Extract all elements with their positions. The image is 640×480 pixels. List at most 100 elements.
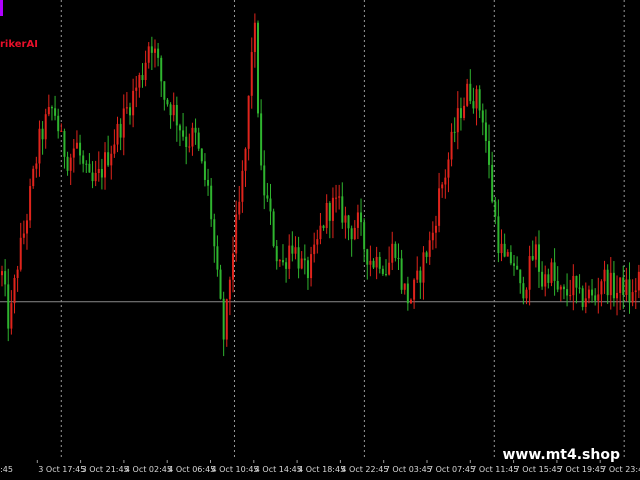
candle-body xyxy=(575,275,578,288)
candle-body xyxy=(475,89,478,109)
candle-body xyxy=(609,272,612,296)
candle-body xyxy=(394,243,397,258)
candle-body xyxy=(129,107,131,116)
candle-body xyxy=(135,87,138,91)
price-chart[interactable]: 3:453 Oct 17:453 Oct 21:454 Oct 02:454 O… xyxy=(0,0,640,480)
candle-body xyxy=(335,197,338,199)
candle-body xyxy=(350,228,353,240)
candle-body xyxy=(247,95,250,149)
candle-body xyxy=(25,220,28,234)
candle-body xyxy=(541,271,544,287)
candle-body xyxy=(481,110,484,123)
candle-body xyxy=(360,212,363,223)
candle-body xyxy=(69,157,72,171)
candle-body xyxy=(547,274,550,283)
candle-body xyxy=(625,279,628,295)
candle-body xyxy=(75,142,78,149)
candle-body xyxy=(122,108,125,138)
candle-body xyxy=(484,122,487,141)
candle-body xyxy=(391,243,394,263)
candle-body xyxy=(281,260,284,263)
candle-body xyxy=(597,294,600,301)
candle-body xyxy=(72,148,75,158)
candle-body xyxy=(322,225,325,229)
candle-body xyxy=(241,170,244,202)
candle-body xyxy=(57,115,60,132)
candle-body xyxy=(144,62,147,81)
candle-body xyxy=(459,108,462,118)
candle-body xyxy=(160,57,163,82)
candle-body xyxy=(581,288,584,307)
candle-body xyxy=(469,83,472,102)
candle-body xyxy=(431,232,434,241)
time-axis-label: 3 Oct 17:45 xyxy=(38,465,85,474)
candle-body xyxy=(366,249,369,265)
candle-body xyxy=(381,268,384,275)
time-axis-label: 4 Oct 06:45 xyxy=(168,465,215,474)
candle-body xyxy=(107,152,110,166)
candle-body xyxy=(506,252,509,257)
candle-body xyxy=(47,107,50,115)
candle-body xyxy=(406,283,409,304)
candle-body xyxy=(288,245,291,269)
candle-body xyxy=(594,295,597,301)
candle-body xyxy=(369,260,372,265)
candle-body xyxy=(178,125,181,131)
candle-body xyxy=(631,292,634,303)
candle-body xyxy=(222,298,225,340)
time-axis-label: 7 Oct 11:45 xyxy=(471,465,518,474)
time-axis-label: 4 Oct 18:45 xyxy=(298,465,345,474)
candle-body xyxy=(619,277,622,293)
candle-body xyxy=(341,196,344,223)
candle-body xyxy=(1,271,3,276)
candle-body xyxy=(434,225,437,233)
candle-body xyxy=(225,299,228,340)
candle-body xyxy=(559,286,562,290)
candle-body xyxy=(622,277,625,295)
candle-body xyxy=(450,131,453,160)
candle-body xyxy=(472,101,475,109)
candle-body xyxy=(132,90,135,116)
candle-body xyxy=(353,227,356,240)
time-axis-label: 3:45 xyxy=(0,465,13,474)
candle-body xyxy=(297,247,300,269)
candle-body xyxy=(147,46,150,63)
indicator-name-label: rikerAI xyxy=(0,39,38,50)
candle-body xyxy=(537,244,540,272)
chart-window[interactable]: 3:453 Oct 17:453 Oct 21:454 Oct 02:454 O… xyxy=(0,0,640,480)
candle-body xyxy=(188,146,191,148)
candle-body xyxy=(600,281,603,295)
candle-body xyxy=(228,279,231,300)
candle-body xyxy=(175,104,178,126)
candle-body xyxy=(331,197,334,221)
candle-body xyxy=(94,173,97,182)
candle-body xyxy=(438,188,441,226)
candle-body xyxy=(138,75,141,88)
candle-body xyxy=(44,114,47,140)
candle-body xyxy=(91,172,94,182)
candle-body xyxy=(32,168,35,187)
candle-body xyxy=(550,262,553,283)
candle-body xyxy=(587,289,590,299)
candle-body xyxy=(478,89,481,111)
candle-body xyxy=(416,270,419,280)
candle-body xyxy=(397,257,400,259)
candle-body xyxy=(500,243,503,254)
candle-body xyxy=(163,81,166,100)
candle-body xyxy=(166,99,169,105)
candle-body xyxy=(491,164,494,202)
candle-body xyxy=(153,48,156,53)
candle-body xyxy=(388,262,391,275)
candle-body xyxy=(235,214,238,254)
candle-body xyxy=(325,202,328,229)
candle-body xyxy=(503,243,506,257)
watermark-text: www.mt4.shop xyxy=(502,447,620,463)
candle-body xyxy=(616,292,619,299)
candle-body xyxy=(375,256,378,268)
candle-body xyxy=(628,279,631,303)
candle-body xyxy=(285,262,288,269)
candle-body xyxy=(428,240,431,257)
candle-body xyxy=(531,256,534,260)
candle-body xyxy=(603,269,606,282)
time-axis-label: 3 Oct 21:45 xyxy=(82,465,129,474)
